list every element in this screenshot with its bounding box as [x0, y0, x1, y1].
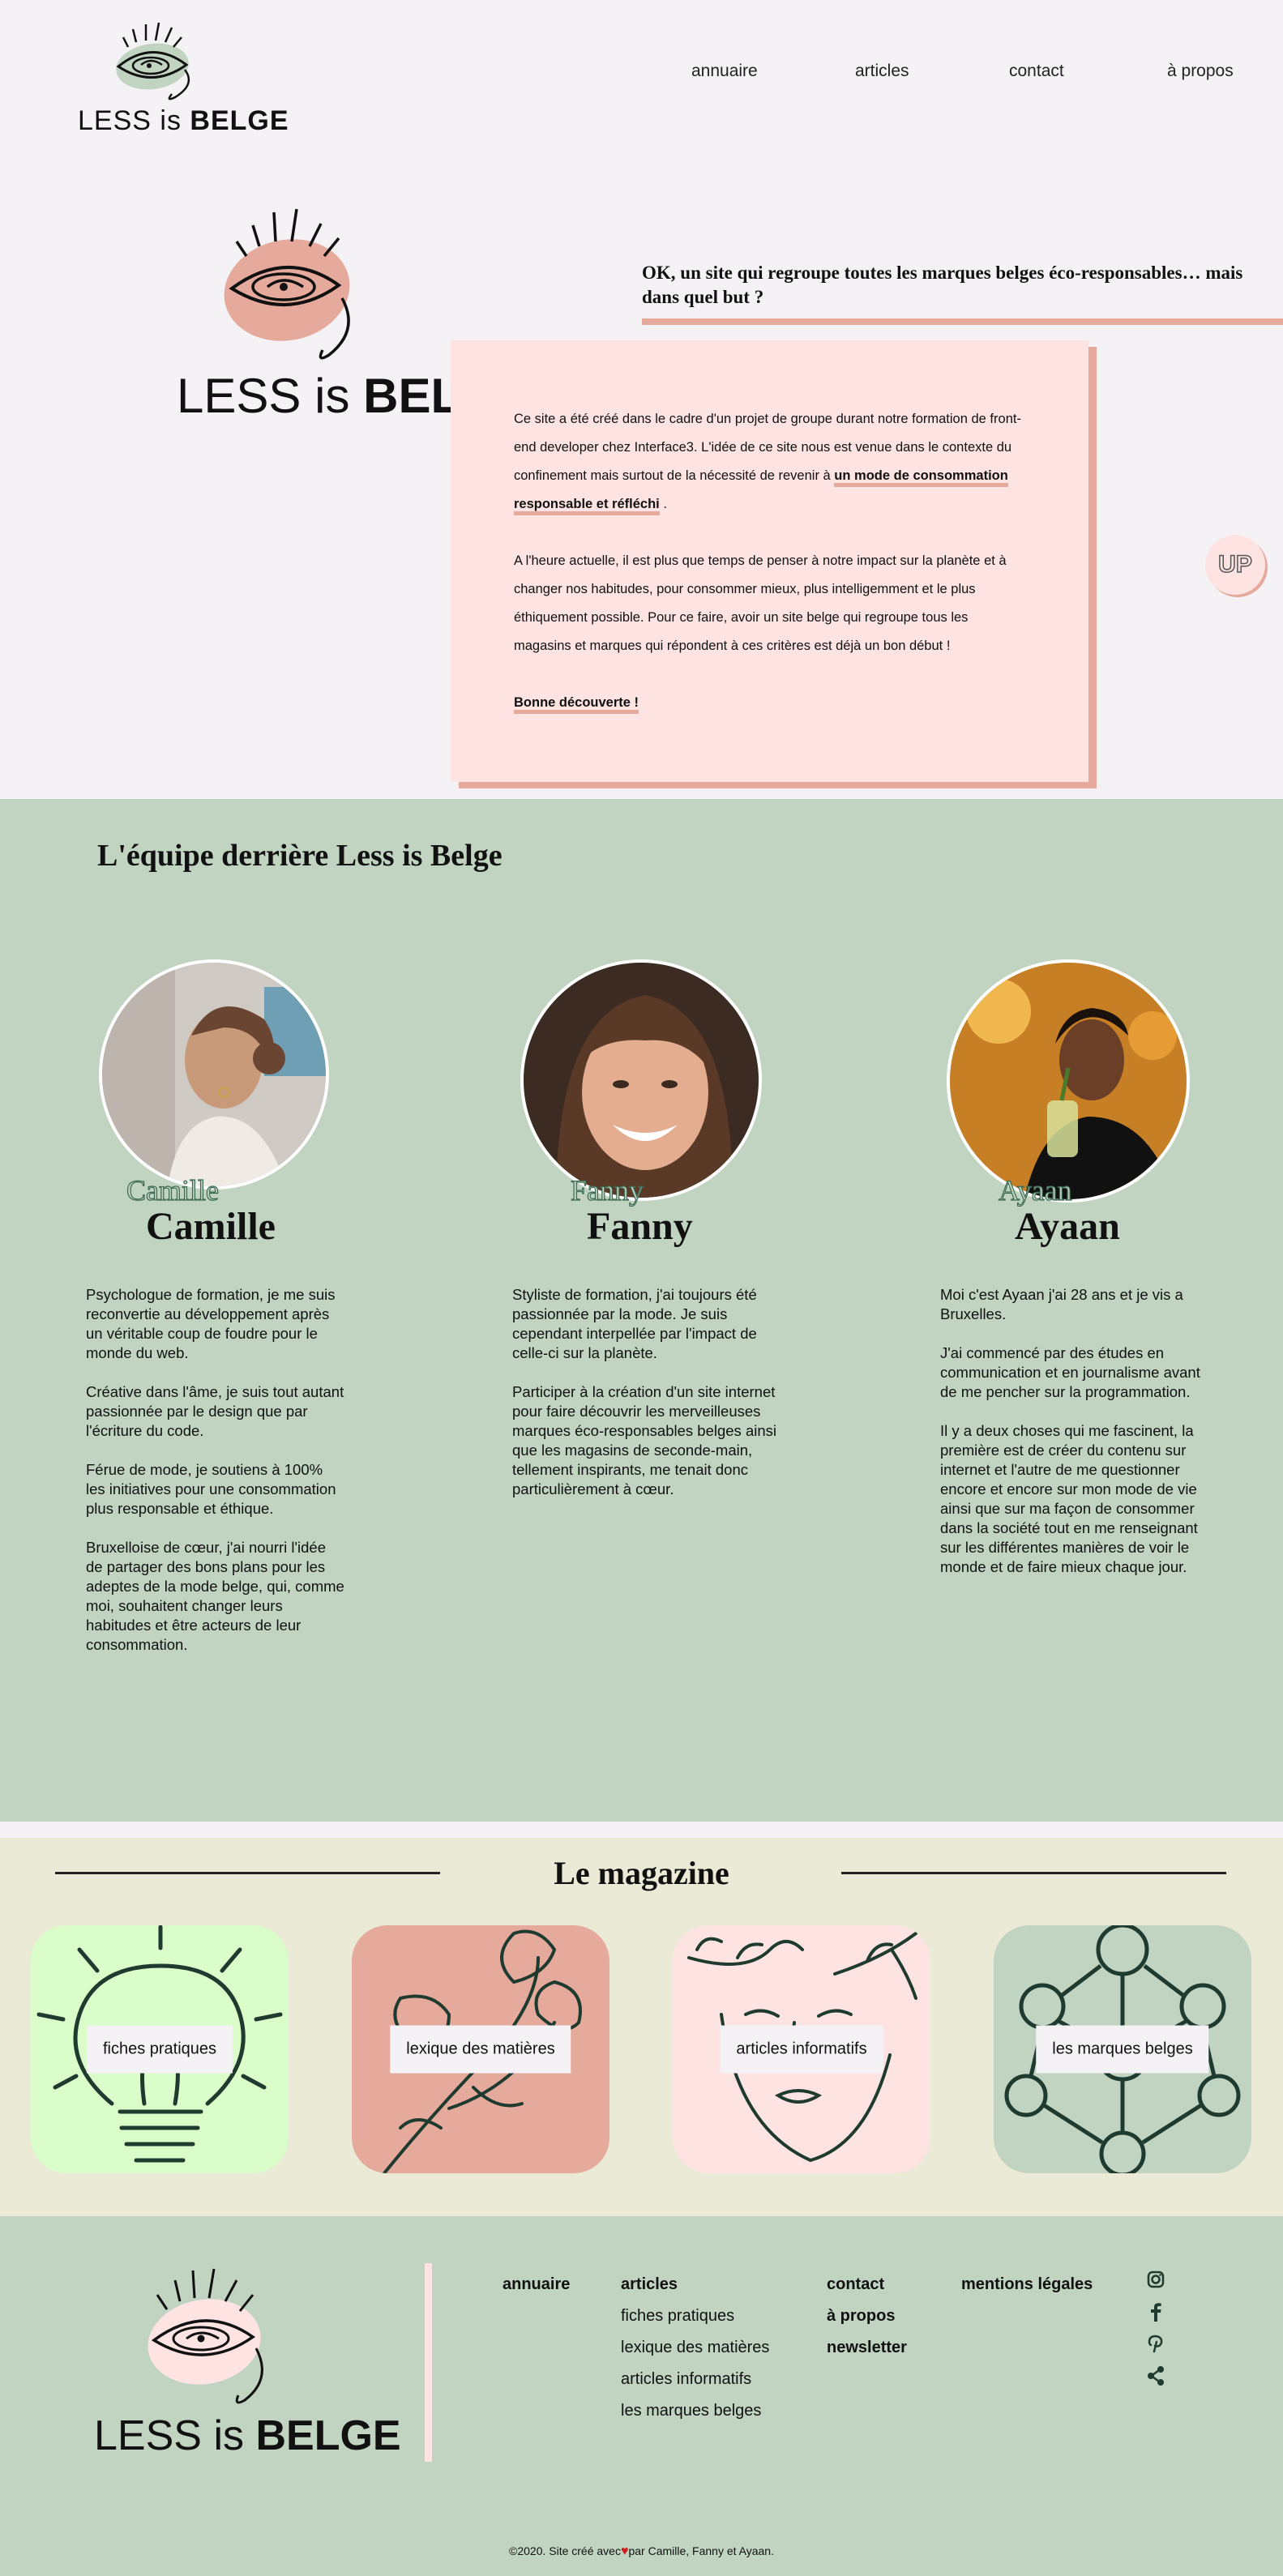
bio-paragraph: J'ai commencé par des études en communic…	[940, 1344, 1200, 1400]
scroll-up-button[interactable]: UP	[1205, 535, 1265, 595]
eye-logo-icon	[116, 22, 190, 100]
question-underline	[642, 318, 1283, 325]
bio-paragraph: Créative dans l'âme, je suis tout autant…	[86, 1383, 344, 1439]
card-lexique-des-matieres[interactable]: lexique des matières	[352, 1925, 609, 2173]
avatar-camille	[99, 959, 329, 1190]
bio-paragraph: Bruxelloise de cœur, j'ai nourri l'idée …	[86, 1539, 344, 1653]
share-icon[interactable]	[1143, 2363, 1169, 2389]
member-name-ayaan: Ayaan	[1015, 1205, 1120, 1248]
footer-link-informatifs[interactable]: articles informatifs	[621, 2364, 769, 2395]
bio-paragraph: Férue de mode, je soutiens à 100% les in…	[86, 1461, 336, 1517]
nav-a-propos[interactable]: à propos	[1167, 62, 1234, 81]
bio-ayaan: Moi c'est Ayaan j'ai 28 ans et je vis a …	[940, 1285, 1208, 1596]
ghost-name-ayaan: Ayaan	[998, 1173, 1072, 1207]
footer-col-annuaire: annuaire	[503, 2269, 570, 2300]
eye-logo-icon	[148, 2268, 263, 2404]
bio-camille: Psychologue de formation, je me suis rec…	[86, 1285, 345, 1674]
instagram-icon[interactable]	[1143, 2266, 1169, 2292]
ghost-name-fanny: Fanny	[570, 1173, 644, 1207]
footer-link-contact[interactable]: contact	[827, 2269, 907, 2300]
card-fiches-pratiques[interactable]: fiches pratiques	[31, 1925, 289, 2173]
footer-link-lexique[interactable]: lexique des matières	[621, 2332, 769, 2364]
facebook-icon[interactable]	[1143, 2299, 1169, 2325]
bio-paragraph: Styliste de formation, j'ai toujours été…	[512, 1286, 757, 1361]
intro-text: Ce site a été créé dans le cadre d'un pr…	[514, 405, 1024, 745]
card-label: fiches pratiques	[86, 2025, 233, 2074]
footer-link-newsletter[interactable]: newsletter	[827, 2332, 907, 2364]
card-label: lexique des matières	[390, 2025, 571, 2074]
footer-link-mentions[interactable]: mentions légales	[961, 2269, 1093, 2300]
nav-articles[interactable]: articles	[855, 62, 909, 81]
bio-paragraph: Moi c'est Ayaan j'ai 28 ans et je vis a …	[940, 1286, 1183, 1322]
nav-contact[interactable]: contact	[1009, 62, 1064, 81]
intro-paragraph-1: Ce site a été créé dans le cadre d'un pr…	[514, 405, 1024, 519]
ghost-name-camille: Camille	[126, 1173, 219, 1207]
footer-divider	[425, 2263, 432, 2462]
footer-link-marques[interactable]: les marques belges	[621, 2395, 769, 2427]
intro-closing: Bonne découverte !	[514, 689, 1024, 717]
footer-link-fiches[interactable]: fiches pratiques	[621, 2300, 769, 2332]
bio-paragraph: Psychologue de formation, je me suis rec…	[86, 1286, 336, 1361]
copyright-text-a: ©2020. Site créé avec	[509, 2544, 621, 2557]
footer-col-articles: articles fiches pratiques lexique des ma…	[621, 2269, 769, 2427]
card-label: les marques belges	[1036, 2025, 1209, 2074]
logo-less: LESS	[78, 105, 152, 136]
intro-closing-text: Bonne découverte !	[514, 695, 639, 714]
bio-paragraph: Participer à la création d'un site inter…	[512, 1383, 776, 1497]
footer-link-articles[interactable]: articles	[621, 2269, 769, 2300]
eye-logo-icon	[224, 208, 350, 360]
magazine-line-right	[841, 1872, 1226, 1874]
card-articles-informatifs[interactable]: articles informatifs	[673, 1925, 930, 2173]
bio-paragraph: Il y a deux choses qui me fascinent, la …	[940, 1422, 1198, 1575]
member-name-camille: Camille	[146, 1205, 276, 1248]
footer-logo-belge: BELGE	[255, 2412, 401, 2459]
intro-p1-end: .	[659, 497, 667, 511]
hero-logo: LESS is BELGE	[177, 201, 531, 428]
footer-col-contact: contact à propos newsletter	[827, 2269, 907, 2364]
copyright-text-b: par Camille, Fanny et Ayaan.	[628, 2544, 774, 2557]
logo-belge: BELGE	[190, 105, 289, 136]
header-logo[interactable]: LESS is BELGE	[78, 16, 289, 144]
portrait-camille-icon	[102, 963, 326, 1186]
footer-col-mentions: mentions légales	[961, 2269, 1093, 2300]
footer-link-annuaire[interactable]: annuaire	[503, 2269, 570, 2300]
avatar-fanny	[520, 959, 762, 1201]
logo-is: is	[160, 105, 182, 136]
footer-logo-is: is	[213, 2412, 244, 2459]
footer-logo-less: LESS	[94, 2412, 202, 2459]
portrait-ayaan-icon	[950, 963, 1187, 1199]
intro-paragraph-2: A l'heure actuelle, il est plus que temp…	[514, 553, 1007, 653]
team-title: L'équipe derrière Less is Belge	[97, 839, 503, 873]
footer-link-a-propos[interactable]: à propos	[827, 2300, 907, 2332]
footer-logo[interactable]: LESS is BELGE	[94, 2261, 401, 2463]
hero-logo-less: LESS	[177, 369, 302, 423]
pinterest-icon[interactable]	[1143, 2330, 1169, 2356]
card-les-marques-belges[interactable]: les marques belges	[994, 1925, 1251, 2173]
copyright: ©2020. Site créé avec♥par Camille, Fanny…	[0, 2544, 1283, 2559]
hero-logo-is: is	[314, 369, 350, 423]
intro-question: OK, un site qui regroupe toutes les marq…	[642, 263, 1243, 307]
portrait-fanny-icon	[524, 963, 759, 1198]
avatar-ayaan	[947, 959, 1190, 1203]
card-label: articles informatifs	[720, 2025, 883, 2074]
nav-annuaire[interactable]: annuaire	[691, 62, 758, 81]
bio-fanny: Styliste de formation, j'ai toujours été…	[512, 1285, 780, 1519]
member-name-fanny: Fanny	[587, 1205, 693, 1248]
